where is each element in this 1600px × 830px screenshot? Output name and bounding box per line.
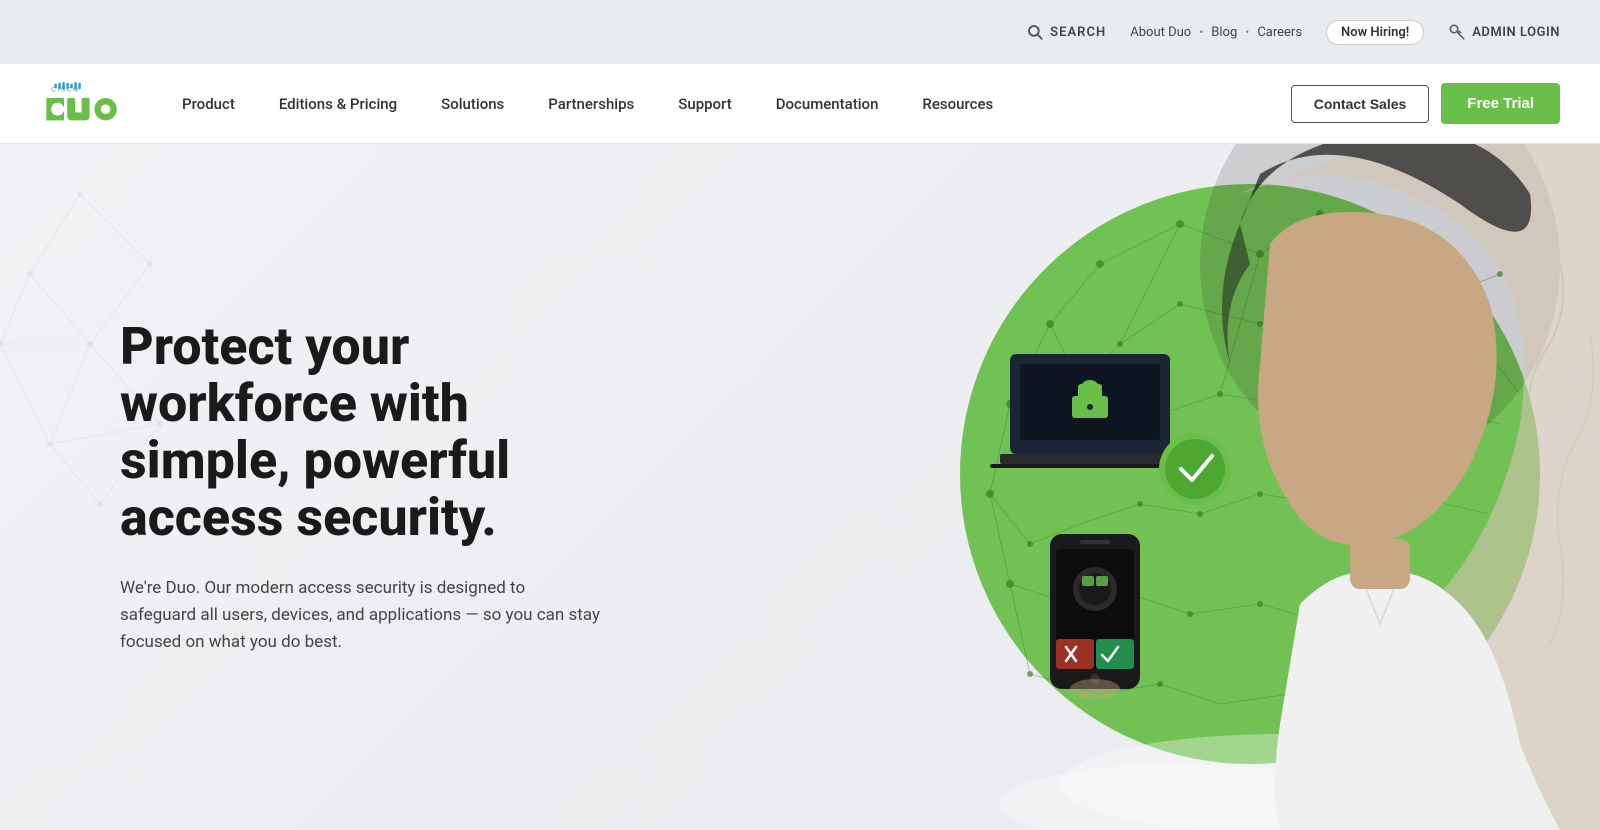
nav-solutions[interactable]: Solutions bbox=[419, 64, 526, 144]
dot-separator: • bbox=[1245, 25, 1249, 39]
search-icon bbox=[1026, 23, 1044, 41]
nav-documentation[interactable]: Documentation bbox=[754, 64, 901, 144]
top-bar: SEARCH About Duo • Blog • Careers Now Hi… bbox=[0, 0, 1600, 64]
nav-resources[interactable]: Resources bbox=[900, 64, 1015, 144]
nav-support[interactable]: Support bbox=[656, 64, 753, 144]
careers-link[interactable]: Careers bbox=[1257, 25, 1302, 40]
hero-visualization bbox=[700, 144, 1600, 830]
search-button[interactable]: SEARCH bbox=[1026, 23, 1106, 41]
nav-links: Product Editions & Pricing Solutions Par… bbox=[160, 64, 1291, 144]
duo-logo[interactable]: CISCO bbox=[40, 82, 120, 126]
hero-section: Protect your workforce with simple, powe… bbox=[0, 144, 1600, 830]
nav-product[interactable]: Product bbox=[160, 64, 257, 144]
person-svg bbox=[1080, 144, 1600, 830]
main-nav: CISCO Product Editions & Pricing Solutio… bbox=[0, 64, 1600, 144]
admin-login-label: ADMIN LOGIN bbox=[1472, 25, 1560, 40]
nav-cta: Contact Sales Free Trial bbox=[1291, 83, 1560, 124]
admin-login-button[interactable]: ADMIN LOGIN bbox=[1448, 23, 1560, 41]
now-hiring-badge[interactable]: Now Hiring! bbox=[1326, 20, 1424, 45]
free-trial-button[interactable]: Free Trial bbox=[1441, 83, 1560, 124]
hero-headline: Protect your workforce with simple, powe… bbox=[120, 318, 620, 547]
hero-subtext: We're Duo. Our modern access security is… bbox=[120, 575, 600, 657]
person-illustration bbox=[1080, 144, 1600, 830]
hero-content: Protect your workforce with simple, powe… bbox=[0, 318, 620, 656]
about-duo-link[interactable]: About Duo bbox=[1130, 25, 1191, 40]
top-bar-links: About Duo • Blog • Careers bbox=[1130, 25, 1302, 40]
nav-editions-pricing[interactable]: Editions & Pricing bbox=[257, 64, 419, 144]
duo-logo-svg: CISCO bbox=[40, 82, 120, 126]
nav-partnerships[interactable]: Partnerships bbox=[526, 64, 656, 144]
contact-sales-button[interactable]: Contact Sales bbox=[1291, 85, 1430, 123]
dot-separator: • bbox=[1199, 25, 1203, 39]
search-label: SEARCH bbox=[1050, 25, 1106, 40]
key-icon bbox=[1448, 23, 1466, 41]
svg-text:CISCO: CISCO bbox=[51, 86, 79, 93]
blog-link[interactable]: Blog bbox=[1211, 25, 1237, 40]
